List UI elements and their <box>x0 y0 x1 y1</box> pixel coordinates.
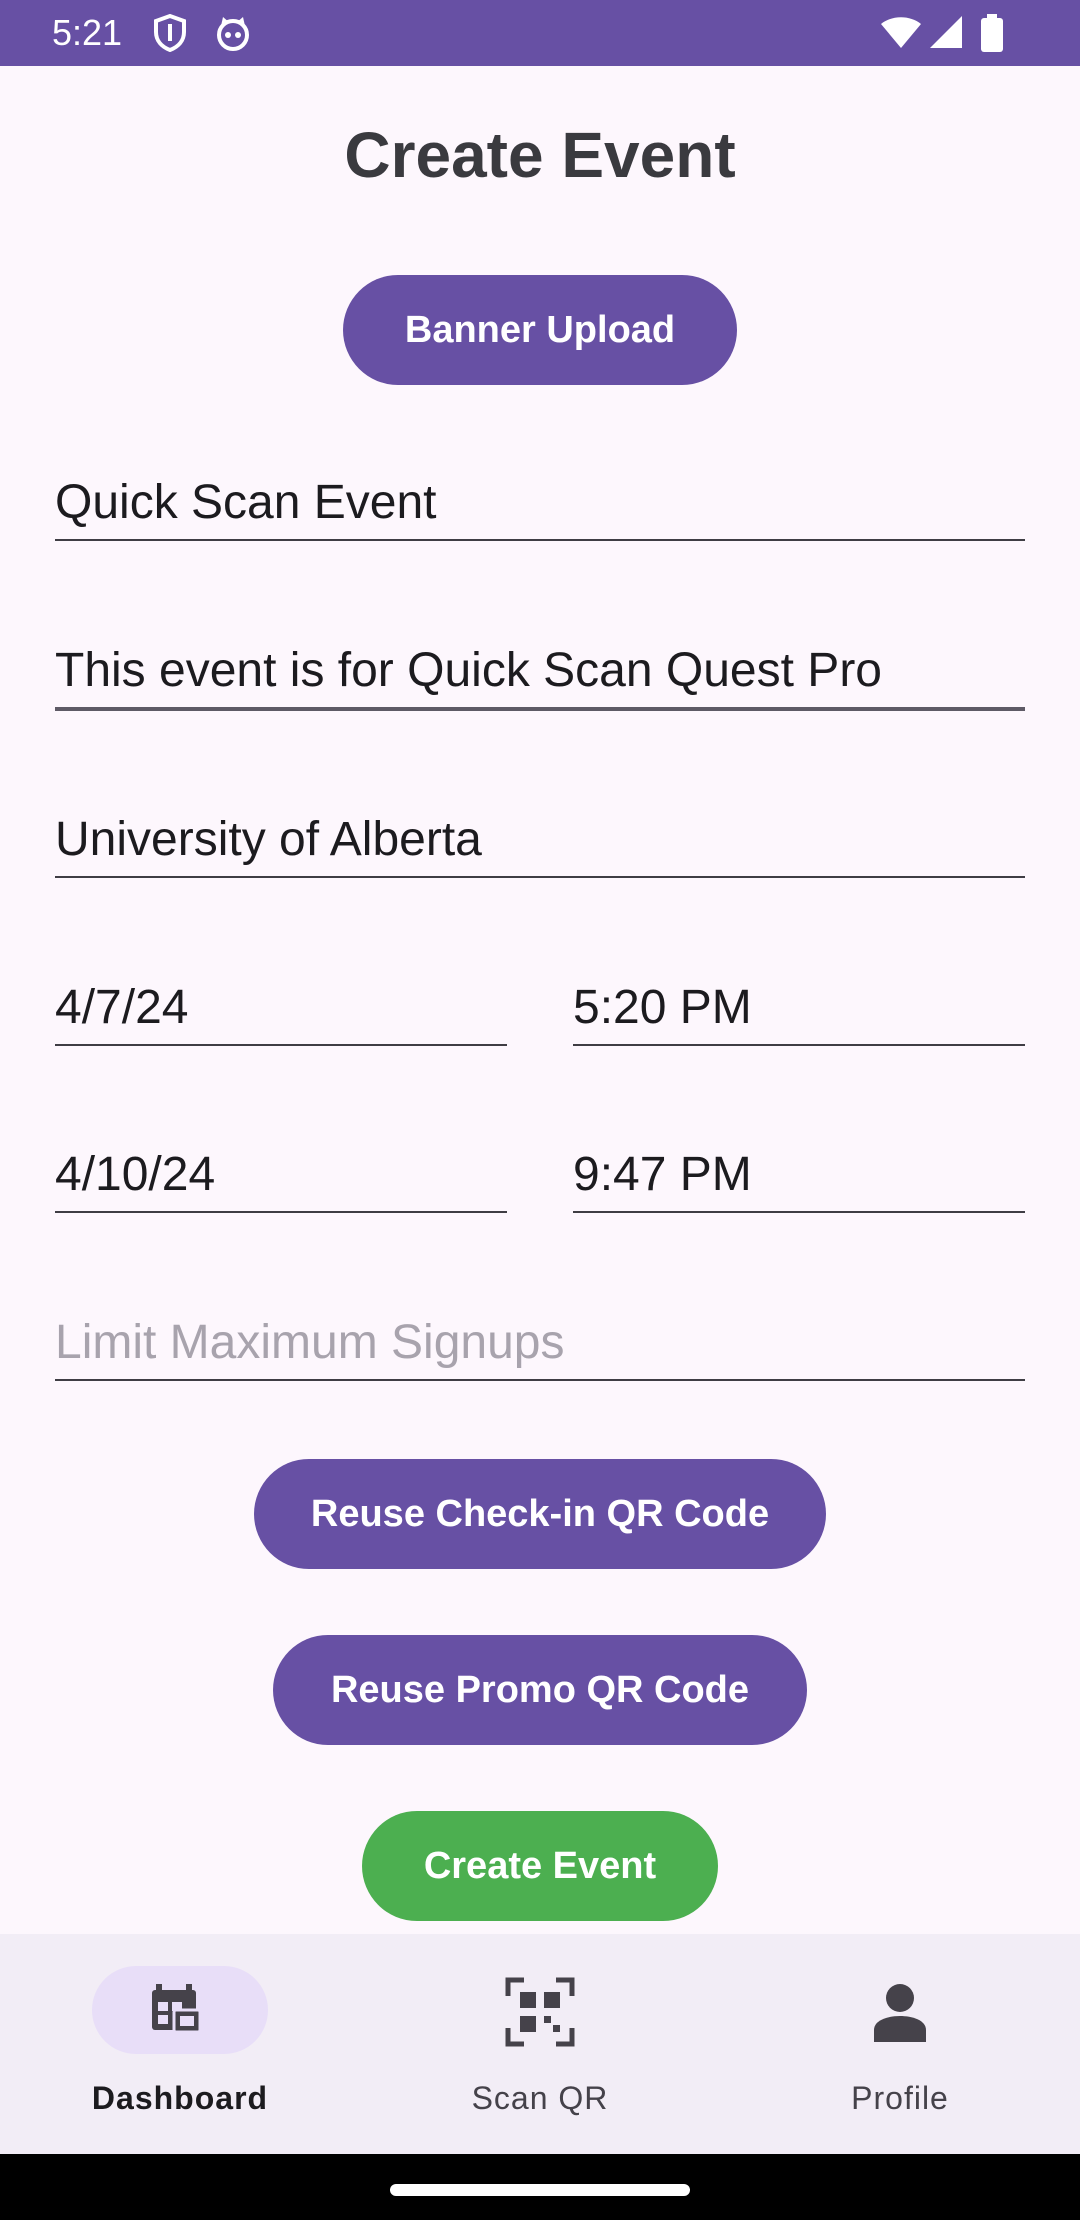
max-signups-placeholder: Limit Maximum Signups <box>55 1316 565 1369</box>
calendar-icon <box>152 1984 202 2034</box>
shield-icon <box>154 14 186 52</box>
banner-upload-button[interactable]: Banner Upload <box>343 275 737 385</box>
end-time-field[interactable]: 9:47 PM <box>573 1121 1025 1213</box>
nav-scan-qr-label: Scan QR <box>471 2080 609 2116</box>
bottom-navigation: Dashboard Scan QR Profile <box>0 1934 1080 2154</box>
reuse-promo-qr-button[interactable]: Reuse Promo QR Code <box>273 1635 807 1745</box>
page-title: Create Event <box>344 119 736 191</box>
end-date-field[interactable]: 4/10/24 <box>55 1121 507 1213</box>
reuse-checkin-qr-button[interactable]: Reuse Check-in QR Code <box>254 1459 826 1569</box>
cat-icon <box>217 17 249 51</box>
nav-scan-qr[interactable]: Scan QR <box>360 1934 720 2154</box>
qr-scan-icon <box>505 1977 575 2047</box>
location-value: University of Alberta <box>55 813 482 866</box>
start-time-field[interactable]: 5:20 PM <box>573 954 1025 1046</box>
start-time-value: 5:20 PM <box>573 981 752 1034</box>
battery-icon <box>981 14 1003 52</box>
status-bar: 5:21 <box>0 0 1080 66</box>
status-time: 5:21 <box>52 12 123 53</box>
event-name-field[interactable]: Quick Scan Event <box>55 449 1025 541</box>
description-field[interactable]: This event is for Quick Scan Quest Pro <box>55 619 1025 711</box>
nav-profile[interactable]: Profile <box>720 1934 1080 2154</box>
wifi-icon <box>881 17 921 48</box>
create-event-button[interactable]: Create Event <box>362 1811 718 1921</box>
nav-profile-label: Profile <box>851 2080 949 2116</box>
nav-dashboard-label: Dashboard <box>91 2080 269 2116</box>
location-field[interactable]: University of Alberta <box>55 786 1025 878</box>
start-date-field[interactable]: 4/7/24 <box>55 954 507 1046</box>
end-time-value: 9:47 PM <box>573 1148 752 1201</box>
end-date-value: 4/10/24 <box>55 1148 216 1201</box>
max-signups-field[interactable]: Limit Maximum Signups <box>55 1289 1025 1381</box>
description-value: This event is for Quick Scan Quest Pro <box>55 644 882 697</box>
home-gesture-handle[interactable] <box>390 2184 690 2196</box>
signal-icon <box>930 16 962 48</box>
system-gesture-bar <box>0 2154 1080 2220</box>
start-date-value: 4/7/24 <box>55 981 189 1034</box>
nav-dashboard[interactable]: Dashboard <box>0 1934 360 2154</box>
person-icon <box>874 1984 926 2042</box>
event-name-value: Quick Scan Event <box>55 476 437 529</box>
